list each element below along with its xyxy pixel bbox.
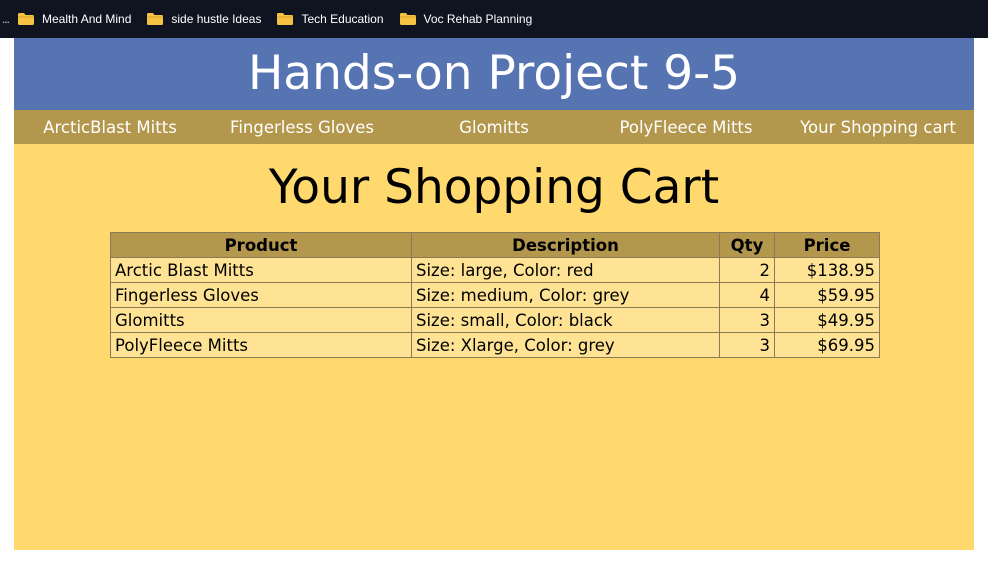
cart-heading: Your Shopping Cart (268, 160, 720, 215)
table-header-row: Product Description Qty Price (110, 232, 880, 258)
page-content: Hands-on Project 9-5 ArcticBlast Mitts F… (14, 38, 974, 550)
cell-product: Fingerless Gloves (110, 282, 412, 308)
cell-description: Size: large, Color: red (411, 257, 720, 283)
site-header: Hands-on Project 9-5 (14, 38, 974, 110)
cell-qty: 3 (719, 332, 775, 358)
cell-qty: 3 (719, 307, 775, 333)
column-header-qty: Qty (719, 232, 775, 258)
table-row: PolyFleece Mitts Size: Xlarge, Color: gr… (110, 332, 880, 358)
bookmark-tech-education[interactable]: Tech Education (277, 12, 384, 26)
folder-icon (147, 13, 164, 25)
cell-description: Size: medium, Color: grey (411, 282, 720, 308)
bookmark-voc-rehab-planning[interactable]: Voc Rehab Planning (399, 12, 533, 26)
bookmark-label: side hustle Ideas (171, 12, 262, 26)
folder-icon (18, 13, 34, 25)
cell-description: Size: small, Color: black (411, 307, 720, 333)
table-row: Arctic Blast Mitts Size: large, Color: r… (110, 257, 880, 283)
bookmarks-overflow[interactable]: ... (0, 12, 18, 26)
cell-description: Size: Xlarge, Color: grey (411, 332, 720, 358)
table-row: Glomitts Size: small, Color: black 3 $49… (110, 307, 880, 333)
bookmark-side-hustle-ideas[interactable]: side hustle Ideas (147, 12, 261, 26)
cell-qty: 4 (719, 282, 775, 308)
cell-price: $138.95 (774, 257, 880, 283)
column-header-price: Price (774, 232, 880, 258)
cell-product: PolyFleece Mitts (110, 332, 412, 358)
folder-icon (277, 13, 294, 25)
column-header-product: Product (110, 232, 412, 258)
cell-product: Arctic Blast Mitts (110, 257, 412, 283)
nav-link-polyfleece-mitts[interactable]: PolyFleece Mitts (590, 118, 782, 137)
bookmark-label: Voc Rehab Planning (423, 12, 533, 26)
cell-price: $59.95 (774, 282, 880, 308)
page-title: Hands-on Project 9-5 (247, 46, 741, 101)
column-header-description: Description (411, 232, 720, 258)
nav-link-arcticblast-mitts[interactable]: ArcticBlast Mitts (14, 118, 206, 137)
table-row: Fingerless Gloves Size: medium, Color: g… (110, 282, 880, 308)
bookmarks-bar: ... Mealth And Mind side hustle Ideas Te… (0, 0, 988, 38)
cell-price: $69.95 (774, 332, 880, 358)
site-nav: ArcticBlast Mitts Fingerless Gloves Glom… (14, 110, 974, 144)
nav-link-glomitts[interactable]: Glomitts (398, 118, 590, 137)
bookmark-label: Tech Education (301, 12, 384, 26)
cell-product: Glomitts (110, 307, 412, 333)
bookmark-mealth-and-mind[interactable]: Mealth And Mind (18, 12, 131, 26)
cell-qty: 2 (719, 257, 775, 283)
nav-link-shopping-cart[interactable]: Your Shopping cart (782, 118, 974, 137)
cell-price: $49.95 (774, 307, 880, 333)
folder-icon (399, 13, 416, 25)
bookmark-label: Mealth And Mind (42, 12, 132, 26)
nav-link-fingerless-gloves[interactable]: Fingerless Gloves (206, 118, 398, 137)
cart-table: Product Description Qty Price Arctic Bla… (110, 232, 880, 358)
